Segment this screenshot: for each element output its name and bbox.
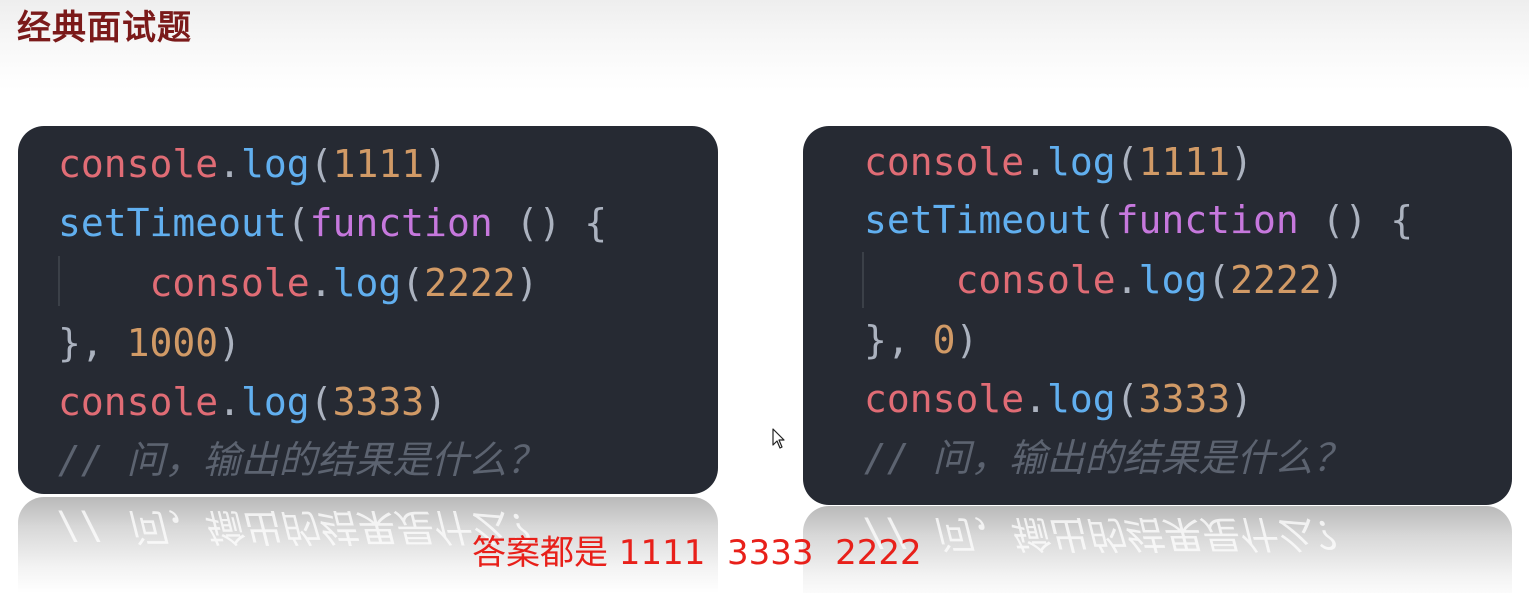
code-line: }, 1000) — [58, 319, 241, 367]
code-token-punc — [58, 261, 150, 305]
code-line: console.log(3333) — [864, 375, 1253, 423]
code-line: console.log(2222) — [58, 259, 539, 307]
code-token-punc: ) — [424, 380, 447, 424]
code-card-left: console.log(1111) setTimeout(function ()… — [18, 126, 718, 494]
code-token-num: 1111 — [1138, 140, 1231, 184]
reflection-text: // 问，输出的结果是什么？ — [864, 512, 1351, 556]
code-token-num: 2222 — [1230, 258, 1322, 302]
code-token-num: 2222 — [424, 261, 516, 305]
mouse-pointer-icon — [772, 428, 785, 449]
code-token-fn: log — [1047, 377, 1116, 421]
code-token-num: 1111 — [332, 142, 425, 186]
code-line: console.log(2222) — [864, 256, 1345, 304]
code-token-punc: ) — [1230, 140, 1253, 184]
code-token-punc: }, — [864, 318, 933, 362]
code-line: console.log(3333) — [58, 378, 447, 426]
code-token-punc: ( — [1115, 140, 1139, 184]
code-token-fn: log — [332, 261, 402, 305]
code-token-punc: ) — [1321, 258, 1345, 302]
code-token-punc — [864, 258, 956, 302]
code-token-obj: console — [58, 380, 219, 424]
code-token-punc: . — [218, 380, 242, 424]
code-token-punc: ) — [955, 318, 979, 362]
code-token-punc: ( — [401, 261, 425, 305]
code-token-punc: ) — [1230, 377, 1253, 421]
code-token-punc: }, — [58, 321, 127, 365]
code-token-num: 3333 — [332, 380, 425, 424]
code-line: setTimeout(function () { — [58, 199, 607, 247]
code-line: console.log(1111) — [58, 140, 447, 188]
code-token-fn: log — [1047, 140, 1116, 184]
code-token-punc: ) — [424, 142, 447, 186]
code-token-num: 0 — [932, 318, 956, 362]
code-token-punc: . — [1115, 258, 1139, 302]
code-token-num: 3333 — [1138, 377, 1231, 421]
code-token-fn: log — [241, 380, 310, 424]
code-line: console.log(1111) — [864, 138, 1253, 186]
code-token-comment: // 问，输出的结果是什么？ — [864, 436, 1351, 480]
code-token-obj: console — [149, 261, 310, 305]
code-token-fn: log — [241, 142, 310, 186]
code-token-obj: console — [58, 142, 219, 186]
code-token-punc: . — [309, 261, 333, 305]
code-comment-line: // 问，输出的结果是什么？ — [58, 436, 545, 484]
code-comment-line: // 问，输出的结果是什么？ — [864, 434, 1351, 482]
code-token-punc: ( — [286, 201, 310, 245]
code-token-punc: ( — [1115, 377, 1139, 421]
code-token-punc: . — [1024, 140, 1048, 184]
code-token-obj: console — [864, 140, 1025, 184]
code-token-punc: ( — [1207, 258, 1231, 302]
code-token-fn: setTimeout — [58, 201, 287, 245]
code-token-punc: ) — [515, 261, 539, 305]
code-token-punc: . — [1024, 377, 1048, 421]
code-line: setTimeout(function () { — [864, 196, 1413, 244]
code-token-punc: . — [218, 142, 242, 186]
slide: 经典面试题 console.log(1111) setTimeout(funct… — [0, 0, 1529, 593]
code-token-punc: () { — [1298, 198, 1414, 242]
code-token-num: 1000 — [126, 321, 219, 365]
answer-caption: 答案都是 1111 3333 2222 — [472, 533, 922, 573]
code-token-obj: console — [955, 258, 1116, 302]
slide-title: 经典面试题 — [17, 8, 192, 48]
code-token-kw: function — [309, 201, 493, 245]
code-token-punc: ) — [218, 321, 242, 365]
code-token-punc: () { — [492, 201, 608, 245]
code-token-punc: ( — [309, 380, 333, 424]
code-token-obj: console — [864, 377, 1025, 421]
code-token-comment: // 问，输出的结果是什么？ — [58, 438, 545, 482]
code-token-kw: function — [1115, 198, 1299, 242]
code-token-fn: setTimeout — [864, 198, 1093, 242]
code-token-fn: log — [1138, 258, 1208, 302]
code-line: }, 0) — [864, 316, 978, 364]
code-card-right: console.log(1111) setTimeout(function ()… — [803, 126, 1512, 505]
code-token-punc: ( — [1092, 198, 1116, 242]
code-token-punc: ( — [309, 142, 333, 186]
